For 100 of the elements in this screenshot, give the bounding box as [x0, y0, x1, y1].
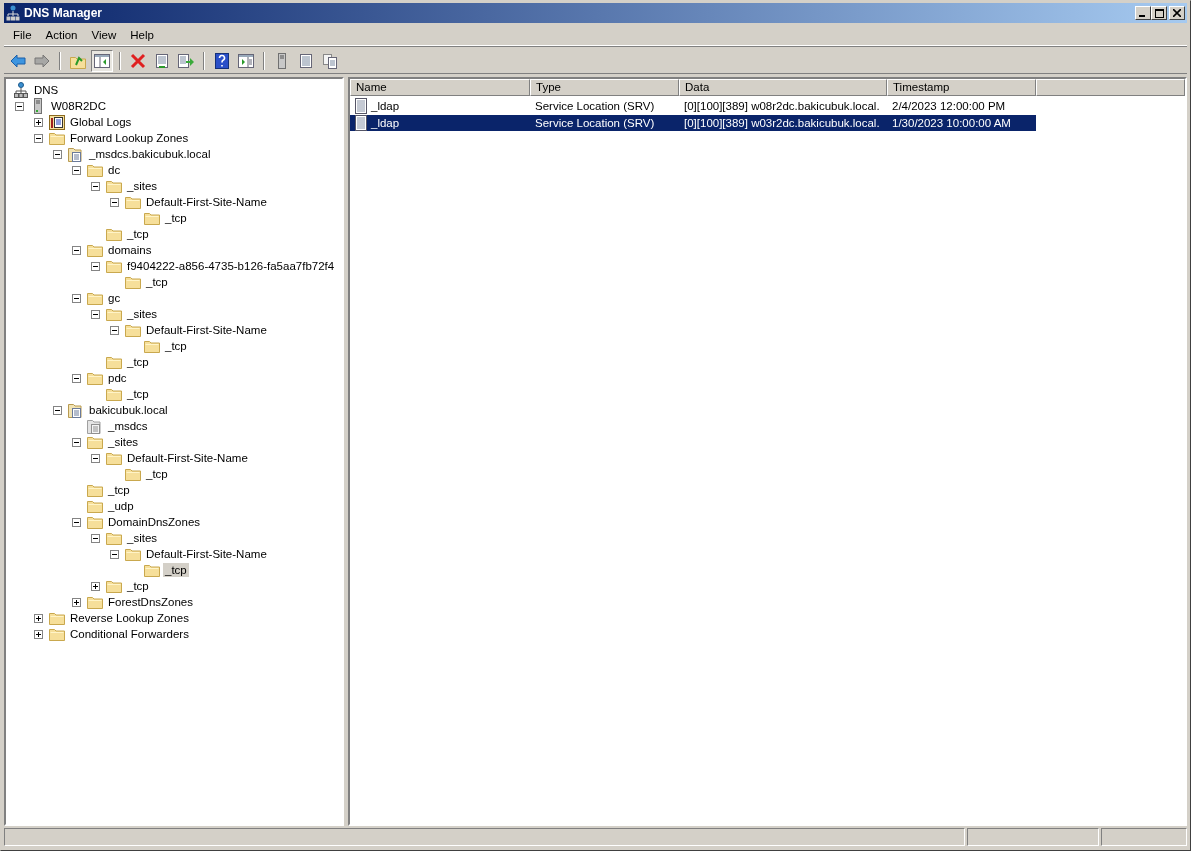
tree-item[interactable]: dc: [106, 163, 123, 177]
tree-item[interactable]: ForestDnsZones: [106, 595, 195, 609]
column-header[interactable]: Name: [350, 79, 530, 96]
tree-item[interactable]: Reverse Lookup Zones: [68, 611, 191, 625]
tree-item[interactable]: _tcp: [163, 211, 189, 225]
tree-item[interactable]: _tcp: [163, 563, 189, 577]
tree-item[interactable]: f9404222-a856-4735-b126-fa5aa7fb72f4: [125, 259, 337, 273]
close-button[interactable]: [1169, 6, 1185, 20]
tree-item[interactable]: _msdcs: [106, 419, 150, 433]
tree-item[interactable]: pdc: [106, 371, 129, 385]
record-row[interactable]: _ldap Service Location (SRV) [0][100][389] w08r2dc.bakicubuk.local. 2/4/2023 12:00:00 PM: [350, 98, 1036, 114]
folder-icon: [86, 163, 103, 177]
collapse-icon[interactable]: [72, 165, 81, 175]
record-icon: [354, 115, 368, 131]
export-list-icon: [178, 53, 194, 69]
expand-icon[interactable]: [34, 613, 43, 623]
tree-item[interactable]: bakicubuk.local: [87, 403, 170, 417]
collapse-icon[interactable]: [91, 453, 100, 463]
collapse-icon[interactable]: [72, 245, 81, 255]
menu-item[interactable]: Help: [123, 27, 161, 43]
menu-item[interactable]: Action: [38, 27, 85, 43]
action-pane-icon: [238, 53, 254, 69]
record-row[interactable]: _ldap Service Location (SRV) [0][100][389] w03r2dc.bakicubuk.local. 1/30/2023 10:00:00 AM: [350, 115, 1036, 131]
tree-item[interactable]: _tcp: [144, 275, 170, 289]
maximize-button[interactable]: [1151, 6, 1167, 20]
folder-icon: [48, 611, 65, 625]
tree-item[interactable]: _tcp: [125, 355, 151, 369]
console-tree-icon: [94, 53, 110, 69]
tree-item[interactable]: _tcp: [163, 339, 189, 353]
folder-icon: [143, 563, 160, 577]
collapse-icon[interactable]: [91, 533, 100, 543]
tree-item[interactable]: Default-First-Site-Name: [125, 451, 250, 465]
folder-icon: [105, 531, 122, 545]
tree-item[interactable]: Default-First-Site-Name: [144, 195, 269, 209]
collapse-icon[interactable]: [34, 133, 43, 143]
collapse-icon[interactable]: [110, 549, 119, 559]
tree-item[interactable]: _tcp: [144, 467, 170, 481]
tree-item[interactable]: Default-First-Site-Name: [144, 323, 269, 337]
table-cell: _ldap: [371, 100, 400, 112]
tree-item[interactable]: _sites: [125, 179, 160, 193]
forward-arrow-icon: [34, 53, 50, 69]
collapse-icon[interactable]: [110, 325, 119, 335]
tree-item[interactable]: DNS: [32, 83, 61, 97]
folder-icon: [124, 547, 141, 561]
collapse-icon[interactable]: [53, 149, 62, 159]
tree-item[interactable]: W08R2DC: [49, 99, 108, 113]
collapse-icon[interactable]: [72, 373, 81, 383]
expand-icon[interactable]: [91, 581, 100, 591]
maximize-icon: [1154, 8, 1164, 18]
column-header[interactable]: Timestamp: [887, 79, 1036, 96]
collapse-icon[interactable]: [91, 261, 100, 271]
tree-item[interactable]: _tcp: [125, 387, 151, 401]
show-tree-button[interactable]: [91, 50, 113, 72]
tree-item[interactable]: Default-First-Site-Name: [144, 547, 269, 561]
tree-item[interactable]: _udp: [106, 499, 136, 513]
minimize-button[interactable]: [1135, 6, 1151, 20]
folder-icon: [124, 195, 141, 209]
record-icon: [354, 98, 368, 114]
tree-item[interactable]: _tcp: [125, 579, 151, 593]
table-cell: 2/4/2023 12:00:00 PM: [892, 100, 1006, 112]
tree-item[interactable]: _sites: [125, 307, 160, 321]
tree-item[interactable]: _tcp: [125, 227, 151, 241]
collapse-icon[interactable]: [72, 437, 81, 447]
log-icon: [48, 114, 65, 130]
expand-icon[interactable]: [34, 629, 43, 639]
collapse-icon[interactable]: [91, 181, 100, 191]
collapse-icon[interactable]: [110, 197, 119, 207]
folder-icon: [86, 483, 103, 497]
tree-item[interactable]: Global Logs: [68, 115, 134, 129]
folder-icon: [86, 595, 103, 609]
menu-item[interactable]: File: [6, 27, 39, 43]
collapse-icon[interactable]: [72, 293, 81, 303]
folder-icon: [124, 323, 141, 337]
folder-icon: [48, 131, 65, 145]
column-header[interactable]: Type: [530, 79, 679, 96]
folder-icon: [105, 259, 122, 273]
tree-item[interactable]: _sites: [125, 531, 160, 545]
menu-item[interactable]: View: [84, 27, 124, 43]
folder-icon: [105, 579, 122, 593]
folder-icon: [86, 515, 103, 529]
collapse-icon[interactable]: [15, 101, 24, 111]
expand-icon[interactable]: [72, 597, 81, 607]
table-cell: [0][100][389] w03r2dc.bakicubuk.local.: [684, 117, 880, 129]
tree-item[interactable]: _tcp: [106, 483, 132, 497]
table-cell: _ldap: [371, 117, 400, 129]
dns-manager-icon: [6, 5, 20, 21]
list-icon: [298, 53, 314, 69]
tree-item[interactable]: _msdcs.bakicubuk.local: [87, 147, 213, 161]
tree-item[interactable]: domains: [106, 243, 154, 257]
tree-item[interactable]: Conditional Forwarders: [68, 627, 191, 641]
collapse-icon[interactable]: [72, 517, 81, 527]
folder-icon: [86, 243, 103, 257]
collapse-icon[interactable]: [53, 405, 62, 415]
tree-item[interactable]: DomainDnsZones: [106, 515, 203, 529]
collapse-icon[interactable]: [91, 309, 100, 319]
column-header[interactable]: Data: [679, 79, 887, 96]
tree-item[interactable]: Forward Lookup Zones: [68, 131, 191, 145]
expand-icon[interactable]: [34, 117, 43, 127]
tree-item[interactable]: gc: [106, 291, 123, 305]
tree-item[interactable]: _sites: [106, 435, 141, 449]
